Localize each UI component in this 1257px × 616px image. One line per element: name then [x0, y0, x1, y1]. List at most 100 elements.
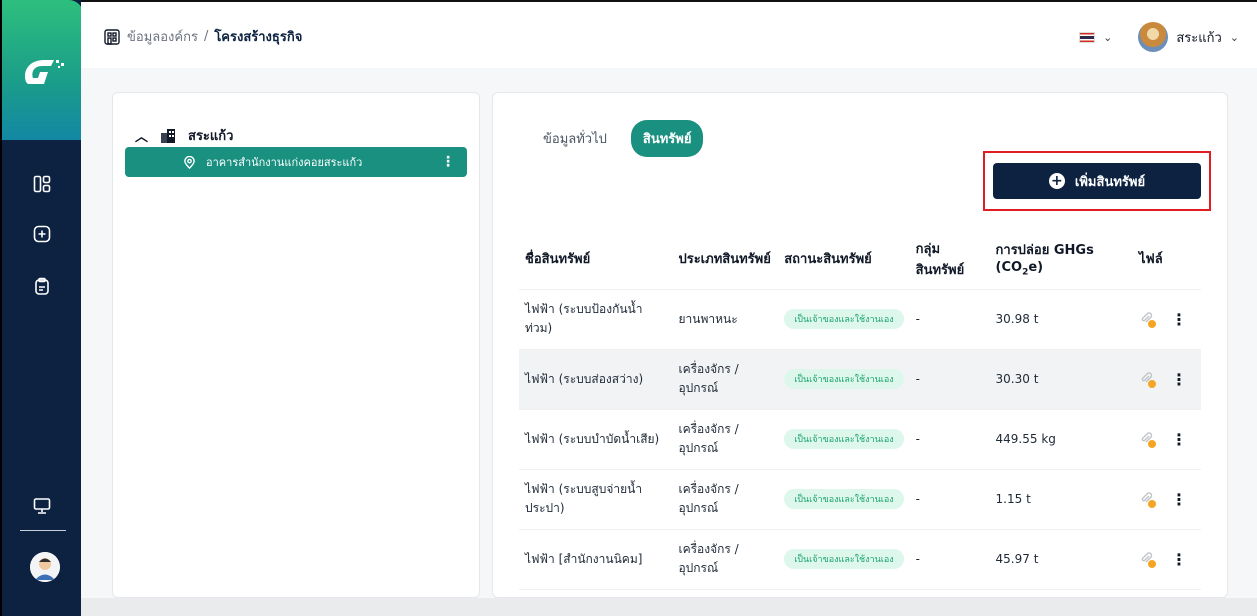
add-asset-button[interactable]: + เพิ่มสินทรัพย์: [993, 163, 1201, 199]
add-asset-highlight: + เพิ่มสินทรัพย์: [983, 151, 1211, 211]
bottom-strip: [81, 598, 1257, 616]
asset-group-cell: -: [909, 349, 990, 410]
more-options-icon[interactable]: ⋮: [441, 154, 455, 170]
asset-status-cell: เป็นเจ้าของและใช้งานเอง: [778, 409, 910, 470]
table-row[interactable]: ไฟฟ้า (ระบบสูบจ่ายน้ำประปา) เครื่องจักร /…: [519, 469, 1201, 530]
paperclip-icon[interactable]: [1139, 431, 1157, 448]
asset-group-cell: -: [909, 469, 990, 530]
col-emission: การปล่อย GHGs (CO2e): [989, 229, 1134, 290]
col-group-line1: กลุ่ม: [915, 241, 941, 257]
asset-file-cell: ⋮: [1133, 469, 1201, 530]
col-asset-name: ชื่อสินทรัพย์: [519, 229, 673, 290]
asset-type-cell: เครื่องจักร / อุปกรณ์: [672, 469, 779, 530]
status-badge: เป็นเจ้าของและใช้งานเอง: [784, 429, 904, 449]
logo-icon[interactable]: [18, 52, 68, 92]
asset-group-cell: -: [909, 289, 990, 350]
col-emission-co: (CO: [995, 260, 1023, 276]
tree-root[interactable]: ︿ สระแก้ว: [135, 125, 233, 146]
chevron-up-icon[interactable]: ︿: [135, 126, 148, 145]
asset-type-cell: เครื่องจักร / อุปกรณ์: [672, 409, 779, 470]
breadcrumb-current: โครงสร้างธุรกิจ: [214, 30, 303, 45]
asset-file-cell: ⋮: [1133, 529, 1201, 590]
table-row[interactable]: ไฟฟ้า (ระบบส่องสว่าง) เครื่องจักร / อุปกรณ…: [519, 349, 1201, 410]
row-more-options-icon[interactable]: ⋮: [1171, 550, 1187, 569]
row-more-options-icon[interactable]: ⋮: [1171, 490, 1187, 509]
asset-name-cell: ไฟฟ้า (ระบบบำบัดน้ำเสีย): [519, 409, 673, 470]
tree-item-office[interactable]: อาคารสำนักงานแก่งคอยสระแก้ว ⋮: [125, 147, 467, 177]
tab-general-info[interactable]: ข้อมูลทั่วไป: [531, 120, 619, 157]
tab-bar: ข้อมูลทั่วไป สินทรัพย์: [531, 120, 704, 157]
language-flag-icon[interactable]: [1079, 31, 1096, 43]
dashboard-icon[interactable]: [30, 172, 54, 196]
status-badge: เป็นเจ้าของและใช้งานเอง: [784, 369, 904, 389]
avatar[interactable]: [30, 552, 60, 582]
col-emission-line2: (CO2e): [996, 260, 1127, 278]
asset-type-line2: อุปกรณ์: [678, 561, 719, 575]
table-row[interactable]: ไฟฟ้า [สำนักงานนิคม] เครื่องจักร / อุปกรณ์…: [519, 529, 1201, 590]
col-group-line2: สินทรัพย์: [915, 262, 965, 278]
col-asset-type: ประเภทสินทรัพย์: [672, 229, 779, 290]
add-asset-label: เพิ่มสินทรัพย์: [1074, 174, 1146, 190]
tab-assets[interactable]: สินทรัพย์: [630, 120, 704, 157]
breadcrumb-parent[interactable]: ข้อมูลองค์กร: [127, 26, 198, 47]
row-more-options-icon[interactable]: ⋮: [1171, 430, 1187, 449]
chevron-down-icon[interactable]: ⌄: [1103, 31, 1112, 44]
user-name[interactable]: สระแก้ว: [1176, 27, 1221, 48]
asset-name-cell: ไฟฟ้า [สำนักงานนิคม]: [519, 529, 673, 590]
status-badge: เป็นเจ้าของและใช้งานเอง: [784, 309, 904, 329]
asset-type-line1: เครื่องจักร /: [678, 422, 739, 436]
paperclip-icon[interactable]: [1139, 311, 1157, 328]
col-emission-line1: การปล่อย GHGs: [995, 243, 1094, 259]
asset-type-line1: เครื่องจักร /: [678, 482, 739, 496]
user-avatar[interactable]: [1138, 22, 1169, 52]
clipboard-icon[interactable]: [30, 274, 54, 298]
chevron-down-icon[interactable]: ⌄: [1230, 31, 1239, 44]
asset-emission-cell: 30.30 t: [989, 349, 1134, 410]
asset-type-line2: อุปกรณ์: [678, 381, 719, 395]
asset-type-line1: ยานพาหนะ: [678, 311, 738, 326]
asset-type-line1: เครื่องจักร /: [678, 362, 739, 376]
asset-group-cell: -: [909, 409, 990, 470]
sidebar-brand: [2, 0, 81, 140]
asset-name-cell: ไฟฟ้า (ระบบป้องกันน้ำท่วม): [519, 289, 673, 350]
add-square-icon[interactable]: [30, 222, 54, 246]
row-more-options-icon[interactable]: ⋮: [1171, 370, 1187, 389]
asset-emission-cell: 1.15 t: [989, 469, 1134, 530]
tree-item-label: อาคารสำนักงานแก่งคอยสระแก้ว: [206, 156, 363, 169]
sidebar: [0, 0, 81, 616]
asset-status-cell: เป็นเจ้าของและใช้งานเอง: [778, 289, 910, 350]
building-icon: [104, 28, 120, 45]
building-icon: [161, 128, 176, 143]
row-more-options-icon[interactable]: ⋮: [1171, 310, 1187, 329]
asset-type-line2: อุปกรณ์: [678, 441, 719, 455]
sidebar-divider: [20, 530, 66, 531]
header-actions: ⌄ สระแก้ว ⌄: [1079, 22, 1239, 52]
paperclip-icon[interactable]: [1139, 551, 1157, 568]
asset-emission-cell: 30.98 t: [989, 289, 1134, 350]
col-asset-status: สถานะสินทรัพย์: [778, 229, 910, 290]
asset-table-body: ไฟฟ้า (ระบบป้องกันน้ำท่วม) ยานพาหนะ เป็นเจ…: [519, 289, 1201, 590]
status-badge: เป็นเจ้าของและใช้งานเอง: [784, 549, 904, 569]
asset-type-cell: ยานพาหนะ: [672, 289, 779, 350]
asset-status-cell: เป็นเจ้าของและใช้งานเอง: [778, 349, 910, 410]
paperclip-icon[interactable]: [1139, 491, 1157, 508]
monitor-icon[interactable]: [30, 494, 54, 518]
tree-root-label: สระแก้ว: [188, 129, 234, 144]
location-pin-icon: [183, 155, 196, 169]
org-tree-panel: ︿ สระแก้ว อาคารสำนักงานแก่งคอยสระแก้ว ⋮: [112, 92, 480, 598]
table-row[interactable]: ไฟฟ้า (ระบบบำบัดน้ำเสีย) เครื่องจักร / อุป…: [519, 409, 1201, 470]
table-row[interactable]: ไฟฟ้า (ระบบป้องกันน้ำท่วม) ยานพาหนะ เป็นเจ…: [519, 289, 1201, 350]
asset-name-cell: ไฟฟ้า (ระบบส่องสว่าง): [519, 349, 673, 410]
asset-group-cell: -: [909, 529, 990, 590]
asset-file-cell: ⋮: [1133, 349, 1201, 410]
breadcrumb-separator: /: [203, 29, 209, 44]
asset-type-line2: อุปกรณ์: [678, 501, 719, 515]
paperclip-icon[interactable]: [1139, 371, 1157, 388]
table-header-row: ชื่อสินทรัพย์ ประเภทสินทรัพย์ สถานะสินทร…: [519, 229, 1201, 290]
breadcrumb: ข้อมูลองค์กร / โครงสร้างธุรกิจ: [103, 26, 302, 47]
asset-file-cell: ⋮: [1133, 409, 1201, 470]
col-asset-group: กลุ่ม สินทรัพย์: [909, 229, 990, 290]
asset-type-line1: เครื่องจักร /: [678, 542, 739, 556]
asset-emission-cell: 449.55 kg: [989, 409, 1134, 470]
status-badge: เป็นเจ้าของและใช้งานเอง: [784, 489, 904, 509]
